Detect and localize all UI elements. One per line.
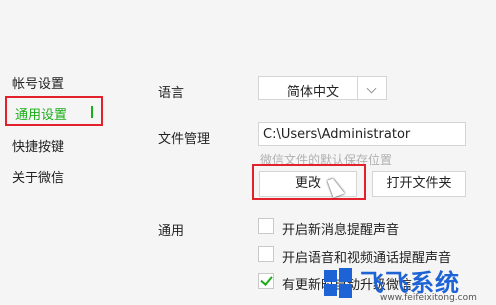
- chevron-down-icon: [366, 83, 377, 94]
- sidebar: 帐号设置 通用设置 快捷按键 关于微信: [0, 0, 118, 305]
- language-select[interactable]: 简体中文: [258, 76, 387, 100]
- watermark-url: www.feifeixitong.com: [380, 293, 477, 303]
- sidebar-item-general[interactable]: 通用设置: [5, 96, 103, 126]
- message-sound-label: 开启新消息提醒声音: [282, 223, 400, 238]
- open-folder-button[interactable]: 打开文件夹: [372, 171, 466, 197]
- windows-logo-icon: [324, 268, 352, 298]
- call-sound-checkbox[interactable]: [258, 246, 274, 262]
- auto-update-checkbox[interactable]: [258, 273, 274, 289]
- select-divider: [357, 77, 358, 99]
- file-path-field[interactable]: C:\Users\Administrator: [258, 122, 466, 146]
- settings-panel: 语言 简体中文 文件管理 C:\Users\Administrator 微信文件…: [118, 0, 496, 305]
- sidebar-item-account[interactable]: 帐号设置: [12, 73, 64, 92]
- watermark: 飞飞系统 www.feifeixitong.com: [316, 263, 496, 305]
- active-indicator: [91, 106, 93, 118]
- sidebar-item-about[interactable]: 关于微信: [12, 167, 64, 186]
- message-sound-checkbox[interactable]: [258, 218, 274, 234]
- sidebar-item-shortcuts[interactable]: 快捷按键: [12, 136, 64, 155]
- language-value: 简体中文: [287, 85, 340, 100]
- sidebar-item-label: 通用设置: [15, 108, 68, 123]
- general-label: 通用: [158, 224, 185, 239]
- file-path-value: C:\Users\Administrator: [263, 127, 411, 142]
- file-manage-label: 文件管理: [158, 132, 211, 147]
- check-icon: [260, 273, 273, 286]
- language-label: 语言: [158, 86, 185, 101]
